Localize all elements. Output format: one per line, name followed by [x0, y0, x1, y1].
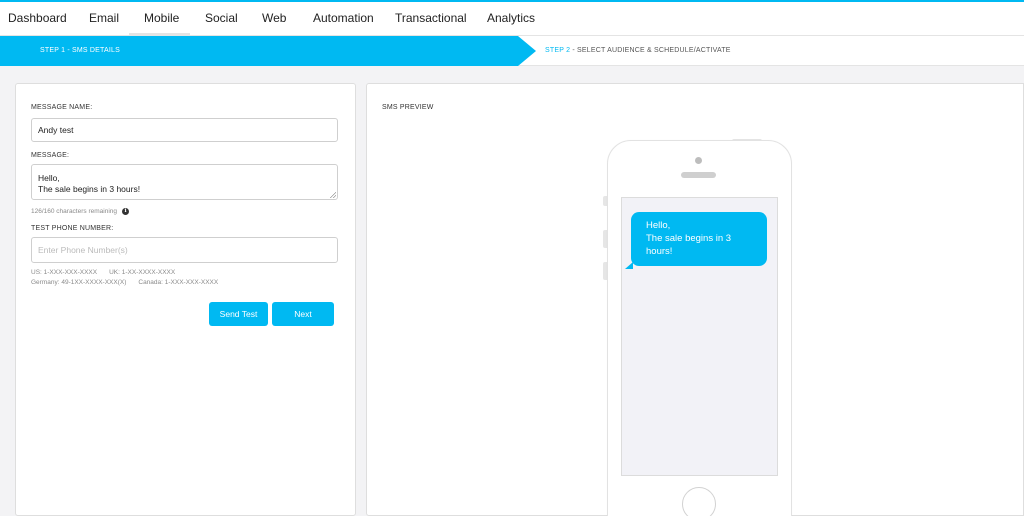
- phone-screen: Hello, The sale begins in 3 hours!: [621, 197, 778, 476]
- steps-ribbon: STEP 1 - SMS DETAILS STEP 2 - SELECT AUD…: [0, 36, 1024, 66]
- nav-transactional[interactable]: Transactional: [395, 2, 467, 35]
- char-count-text: 126/160 characters remaining: [31, 208, 117, 216]
- message-label: MESSAGE:: [31, 152, 70, 159]
- phone-speaker: [681, 172, 716, 178]
- nav-web[interactable]: Web: [262, 2, 286, 35]
- char-count-hint: 126/160 characters remaining i: [31, 208, 129, 215]
- phone-formats-row-2: Germany: 49-1XX-XXXX-XXX(X) Canada: 1-XXX…: [31, 279, 230, 286]
- send-test-button[interactable]: Send Test: [209, 302, 268, 326]
- bubble-line-1: Hello,: [646, 220, 671, 231]
- nav-mobile[interactable]: Mobile: [129, 2, 190, 35]
- sms-preview-panel: SMS PREVIEW Hello, The sale begins in 3 …: [366, 83, 1024, 516]
- message-textarea[interactable]: Hello, The sale begins in 3 hours!: [31, 164, 338, 200]
- nav-dashboard[interactable]: Dashboard: [8, 2, 67, 35]
- nav-email[interactable]: Email: [89, 2, 119, 35]
- step-1-tab[interactable]: STEP 1 - SMS DETAILS: [0, 36, 536, 66]
- sms-details-panel: MESSAGE NAME: MESSAGE: Hello, The sale b…: [15, 83, 356, 516]
- format-canada: Canada: 1-XXX-XXX-XXXX: [138, 279, 219, 286]
- nav-automation[interactable]: Automation: [313, 2, 374, 35]
- test-phone-input[interactable]: [31, 237, 338, 263]
- nav-social[interactable]: Social: [205, 2, 238, 35]
- next-button[interactable]: Next: [272, 302, 334, 326]
- bubble-line-2: The sale begins in 3 hours!: [646, 233, 732, 257]
- message-name-input[interactable]: [31, 118, 338, 142]
- message-name-label: MESSAGE NAME:: [31, 104, 93, 111]
- phone-camera: [695, 157, 702, 164]
- step-2-number: STEP 2: [545, 47, 571, 54]
- sms-preview-label: SMS PREVIEW: [382, 104, 434, 111]
- format-germany: Germany: 49-1XX-XXXX-XXX(X): [31, 279, 127, 286]
- phone-home-button: [682, 487, 716, 516]
- top-nav: Dashboard Email Mobile Social Web Automa…: [0, 0, 1024, 36]
- step-2-label: - SELECT AUDIENCE & SCHEDULE/ACTIVATE: [570, 47, 731, 54]
- test-phone-label: TEST PHONE NUMBER:: [31, 225, 114, 232]
- step-2-tab[interactable]: STEP 2 - SELECT AUDIENCE & SCHEDULE/ACTI…: [545, 36, 731, 66]
- sms-bubble: Hello, The sale begins in 3 hours!: [631, 212, 767, 266]
- nav-analytics[interactable]: Analytics: [487, 2, 535, 35]
- step-1-label: STEP 1 - SMS DETAILS: [40, 47, 120, 54]
- phone-mockup: Hello, The sale begins in 3 hours!: [607, 140, 792, 516]
- format-uk: UK: 1-XX-XXXX-XXXX: [109, 269, 176, 276]
- phone-formats-row-1: US: 1-XXX-XXX-XXXX UK: 1-XX-XXXX-XXXX: [31, 269, 187, 276]
- info-icon[interactable]: i: [122, 208, 129, 215]
- format-us: US: 1-XXX-XXX-XXXX: [31, 269, 98, 276]
